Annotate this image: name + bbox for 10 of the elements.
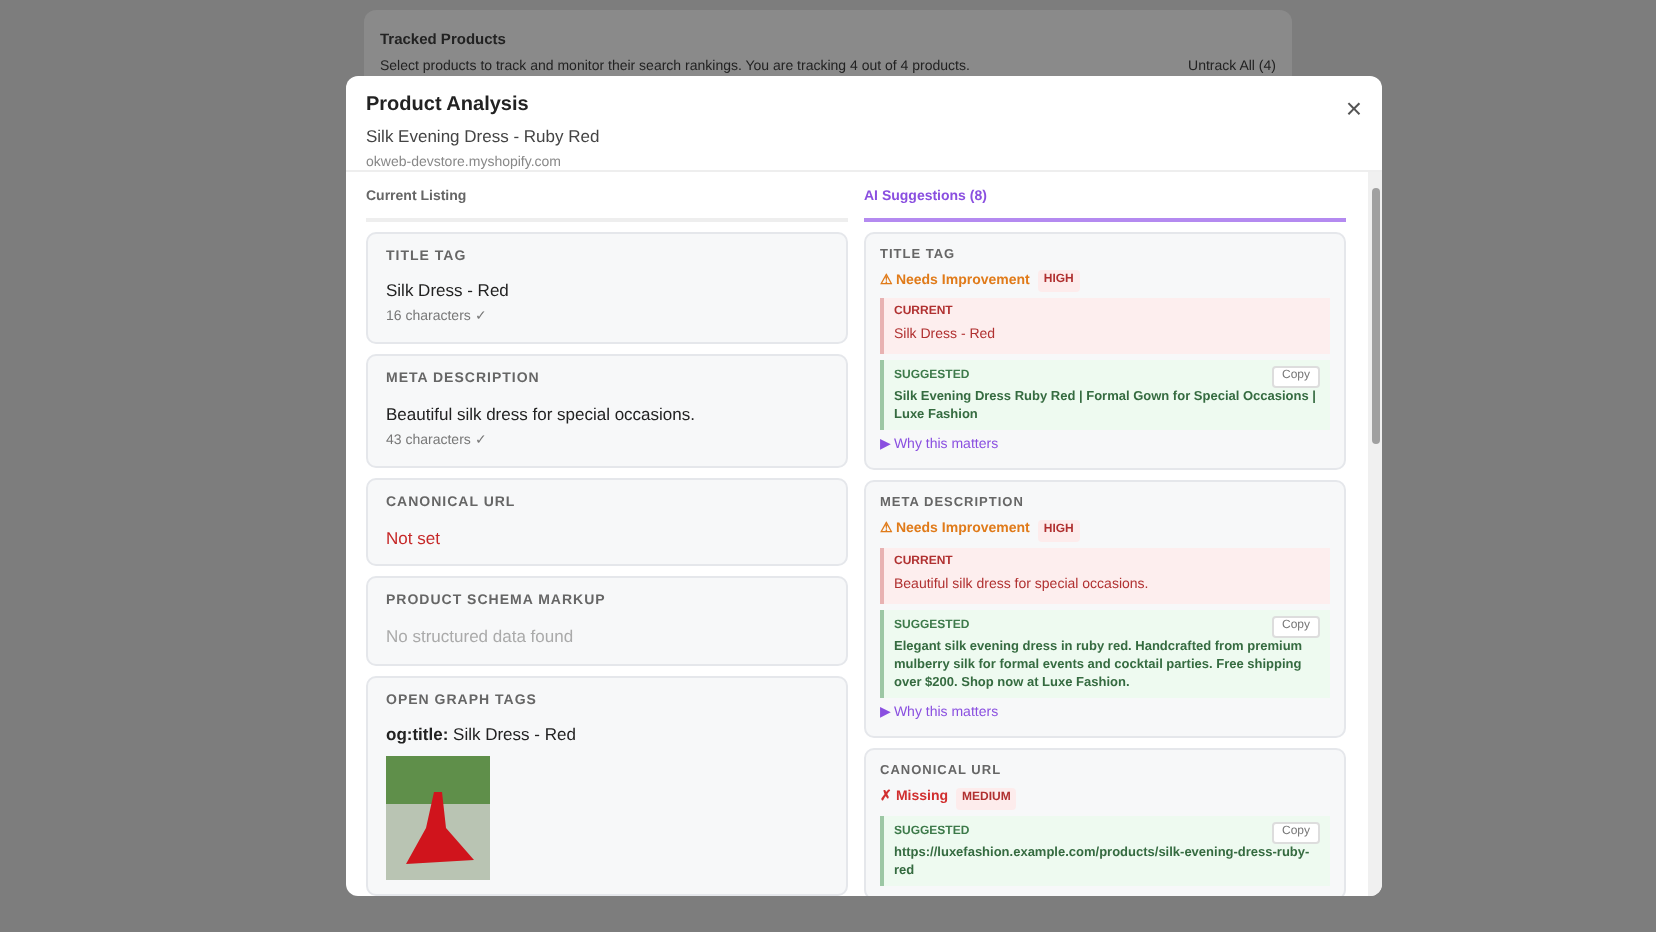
photo-placeholder xyxy=(386,755,490,880)
field-value: No structured data found xyxy=(386,623,576,649)
field-value: Silk Dress - Red xyxy=(386,278,511,304)
field-value: Beautiful silk dress for special occasions. xyxy=(386,401,697,427)
modal-title: Product Analysis xyxy=(366,92,531,120)
field-value: Not set xyxy=(386,525,442,551)
product-name: Silk Evening Dress - Ruby Red xyxy=(366,124,600,150)
close-button[interactable]: × xyxy=(1345,94,1362,122)
scrollbar[interactable] xyxy=(1368,172,1382,896)
og-title: og:title: Silk Dress - Red xyxy=(386,722,578,748)
